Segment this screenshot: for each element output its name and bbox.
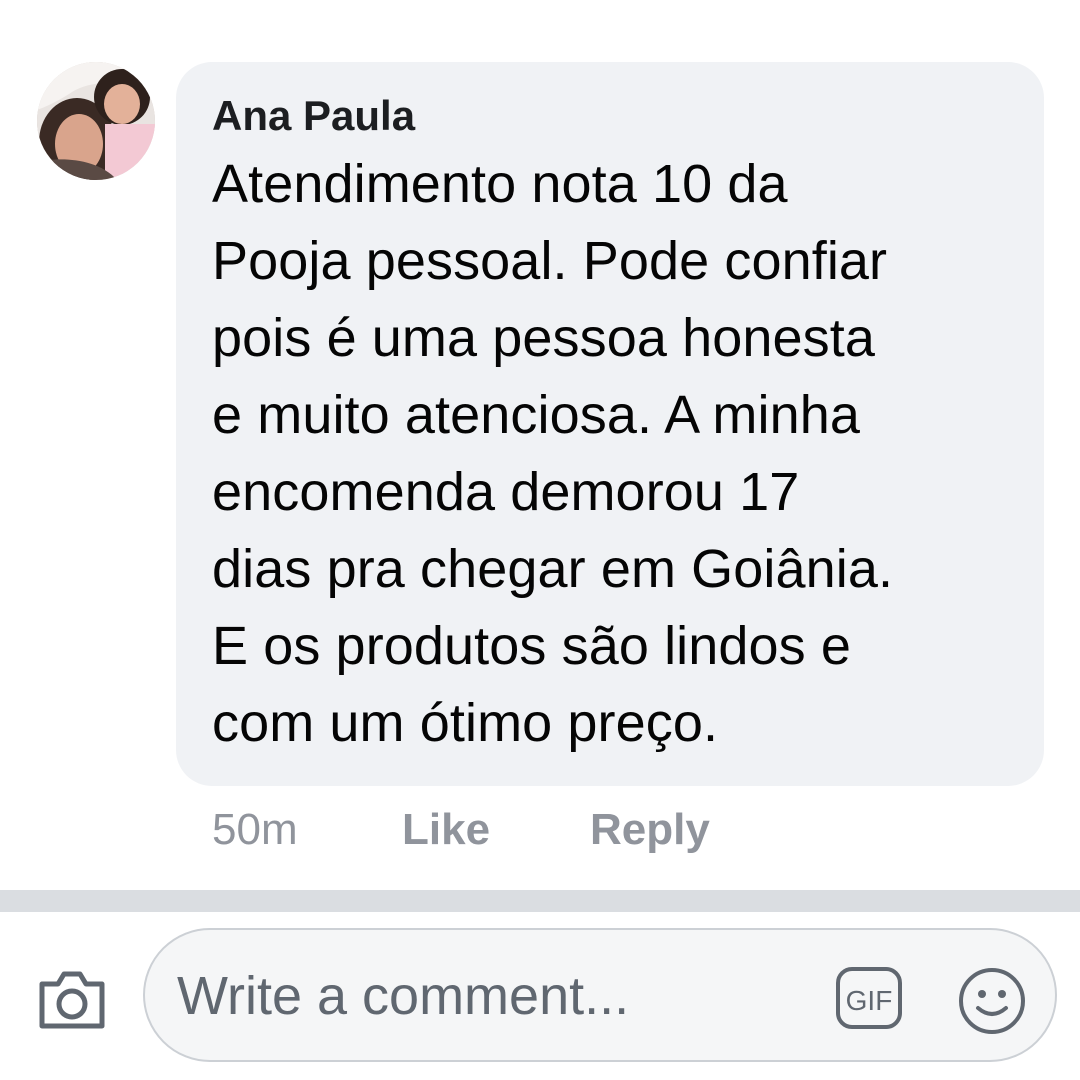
comment-author[interactable]: Ana Paula — [212, 86, 1014, 146]
comment-input-box[interactable]: GIF — [143, 928, 1057, 1062]
comment-actions: 50m Like Reply — [212, 800, 710, 860]
camera-icon[interactable] — [36, 964, 108, 1036]
reply-button[interactable]: Reply — [590, 805, 710, 855]
avatar-photo — [37, 62, 155, 180]
comment-timestamp[interactable]: 50m — [212, 805, 402, 855]
smiley-icon[interactable] — [957, 966, 1027, 1036]
comment-composer: GIF — [0, 912, 1080, 1080]
like-button[interactable]: Like — [402, 805, 590, 855]
comment-bubble: Ana Paula Atendimento nota 10 da Pooja p… — [176, 62, 1044, 786]
section-divider — [0, 890, 1080, 912]
avatar[interactable] — [37, 62, 155, 180]
comment-text: Atendimento nota 10 da Pooja pessoal. Po… — [212, 154, 894, 753]
comment-input[interactable] — [175, 952, 819, 1040]
gif-button[interactable]: GIF — [835, 966, 903, 1030]
gif-label: GIF — [846, 985, 893, 1016]
